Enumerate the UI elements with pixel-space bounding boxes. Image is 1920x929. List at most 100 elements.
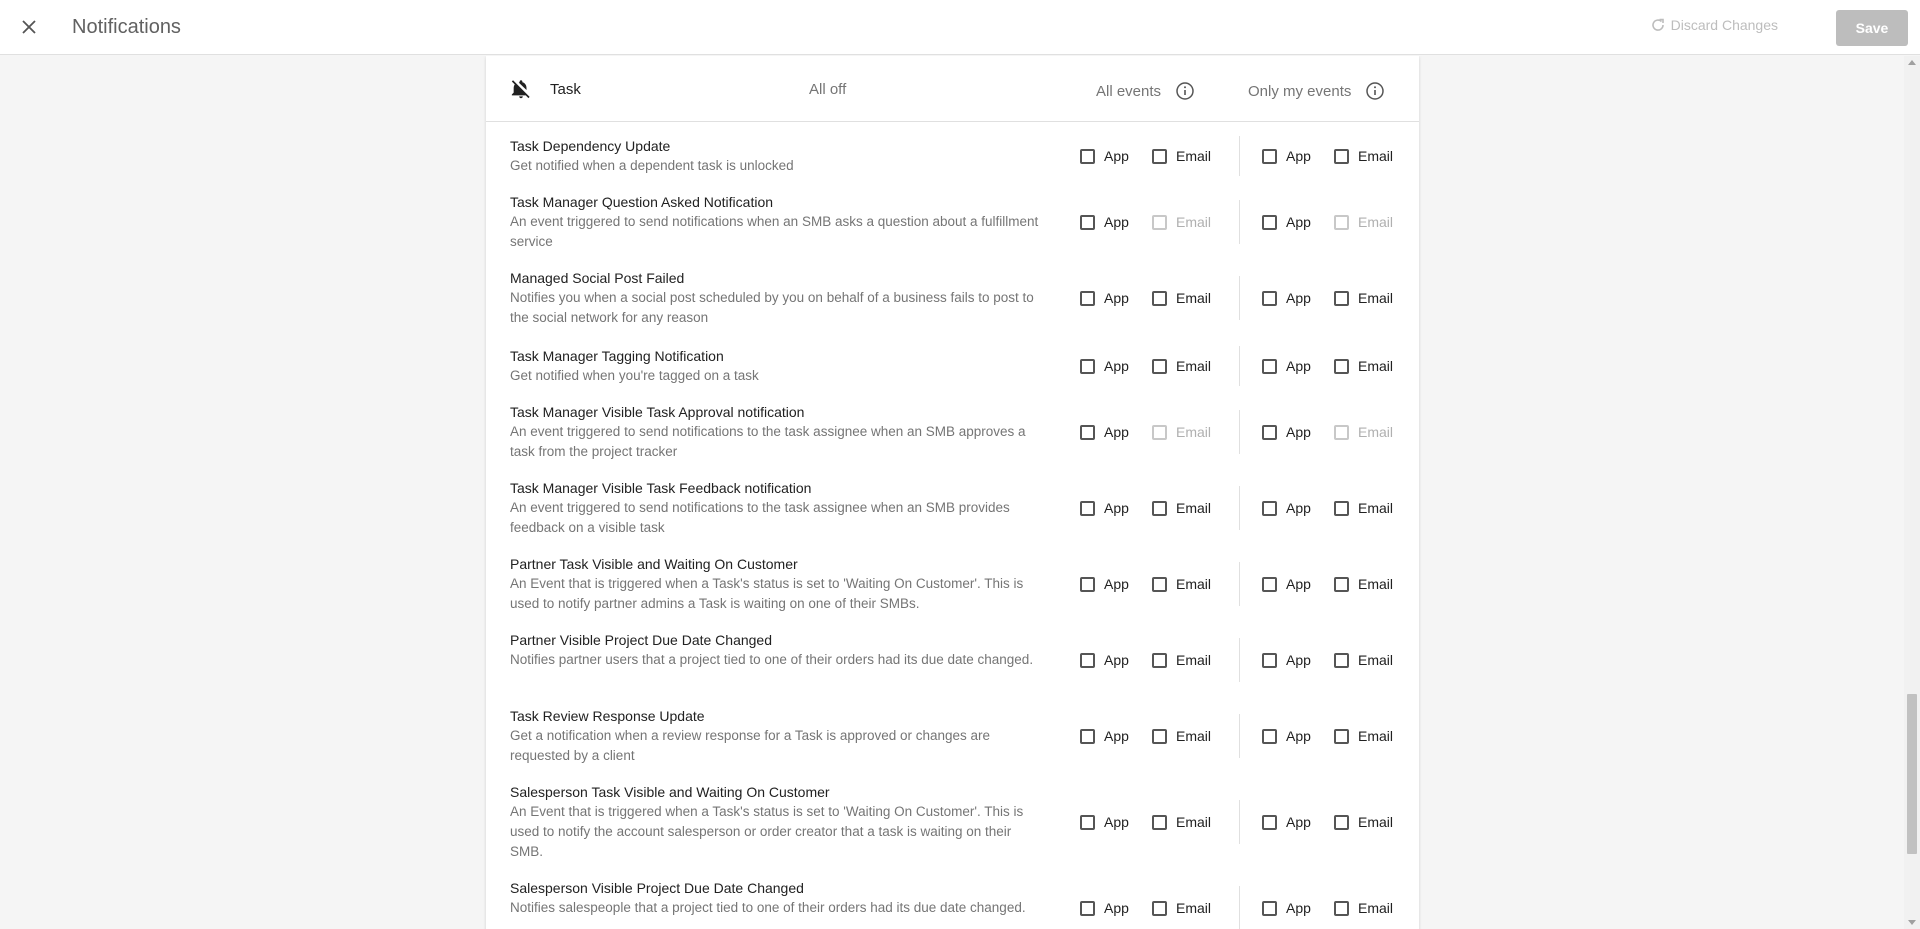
my-events-email-checkbox[interactable]: Email xyxy=(1334,148,1404,164)
checkbox-box[interactable] xyxy=(1080,900,1095,916)
my-events-email-checkbox[interactable]: Email xyxy=(1334,652,1404,668)
checkbox-box[interactable] xyxy=(1262,500,1277,516)
checkbox-box[interactable] xyxy=(1152,652,1167,668)
all-events-app-checkbox[interactable]: App xyxy=(1080,148,1152,164)
checkbox-box[interactable] xyxy=(1080,576,1095,592)
save-button[interactable]: Save xyxy=(1836,10,1908,46)
all-events-app-checkbox[interactable]: App xyxy=(1080,424,1152,440)
notification-description: An event triggered to send notifications… xyxy=(510,500,1010,535)
checkbox-box[interactable] xyxy=(1334,900,1349,916)
checkbox-box[interactable] xyxy=(1152,290,1167,306)
discard-changes-label: Discard Changes xyxy=(1670,17,1778,33)
all-events-email-checkbox[interactable]: Email xyxy=(1152,900,1239,916)
close-button[interactable] xyxy=(16,14,42,40)
checkbox-box[interactable] xyxy=(1262,652,1277,668)
checkbox-box[interactable] xyxy=(1152,900,1167,916)
checkbox-box[interactable] xyxy=(1262,358,1277,374)
all-events-email-checkbox[interactable]: Email xyxy=(1152,358,1239,374)
all-events-email-checkbox[interactable]: Email xyxy=(1152,500,1239,516)
checkbox-box[interactable] xyxy=(1152,500,1167,516)
checkbox-box[interactable] xyxy=(1262,290,1277,306)
my-events-app-checkbox[interactable]: App xyxy=(1262,290,1334,306)
my-events-app-checkbox[interactable]: App xyxy=(1262,576,1334,592)
checkbox-box[interactable] xyxy=(1080,424,1095,440)
info-icon[interactable] xyxy=(1175,81,1195,101)
notification-description: Notifies salespeople that a project tied… xyxy=(510,900,1026,915)
checkbox-box[interactable] xyxy=(1334,148,1349,164)
checkbox-box[interactable] xyxy=(1262,814,1277,830)
scrollbar[interactable] xyxy=(1904,56,1920,929)
checkbox-box[interactable] xyxy=(1152,728,1167,744)
my-events-app-checkbox[interactable]: App xyxy=(1262,358,1334,374)
my-events-email-checkbox[interactable]: Email xyxy=(1334,576,1404,592)
checkbox-box[interactable] xyxy=(1334,500,1349,516)
all-events-email-checkbox[interactable]: Email xyxy=(1152,814,1239,830)
checkbox-box[interactable] xyxy=(1262,148,1277,164)
checkbox-label: Email xyxy=(1358,424,1394,440)
my-events-app-checkbox[interactable]: App xyxy=(1262,214,1334,230)
my-events-email-checkbox[interactable]: Email xyxy=(1334,814,1404,830)
checkbox-box[interactable] xyxy=(1080,500,1095,516)
scroll-up-arrow-icon[interactable] xyxy=(1908,60,1916,65)
my-events-email-checkbox[interactable]: Email xyxy=(1334,290,1404,306)
checkbox-box[interactable] xyxy=(1080,148,1095,164)
my-events-email-checkbox[interactable]: Email xyxy=(1334,900,1404,916)
checkbox-box[interactable] xyxy=(1334,652,1349,668)
discard-changes-button[interactable]: Discard Changes xyxy=(1650,17,1778,33)
notification-text: Task Dependency Update Get notified when … xyxy=(510,136,1040,176)
all-events-app-checkbox[interactable]: App xyxy=(1080,290,1152,306)
my-events-email-checkbox[interactable]: Email xyxy=(1334,500,1404,516)
checkbox-box[interactable] xyxy=(1334,728,1349,744)
checkbox-box[interactable] xyxy=(1152,814,1167,830)
checkbox-box[interactable] xyxy=(1152,576,1167,592)
all-events-app-checkbox[interactable]: App xyxy=(1080,814,1152,830)
all-events-app-checkbox[interactable]: App xyxy=(1080,728,1152,744)
checkbox-box[interactable] xyxy=(1334,290,1349,306)
checkbox-box[interactable] xyxy=(1334,814,1349,830)
checkbox-box[interactable] xyxy=(1080,728,1095,744)
scroll-down-arrow-icon[interactable] xyxy=(1908,920,1916,925)
all-events-email-checkbox[interactable]: Email xyxy=(1152,576,1239,592)
info-icon[interactable] xyxy=(1365,81,1385,101)
checkbox-box[interactable] xyxy=(1262,900,1277,916)
checkbox-box[interactable] xyxy=(1334,576,1349,592)
all-events-app-checkbox[interactable]: App xyxy=(1080,500,1152,516)
checkbox-box[interactable] xyxy=(1152,358,1167,374)
my-events-app-checkbox[interactable]: App xyxy=(1262,728,1334,744)
checkbox-label: Email xyxy=(1358,900,1394,916)
all-events-app-checkbox[interactable]: App xyxy=(1080,358,1152,374)
my-events-app-checkbox[interactable]: App xyxy=(1262,500,1334,516)
all-events-app-checkbox[interactable]: App xyxy=(1080,652,1152,668)
checkbox-box[interactable] xyxy=(1080,214,1095,230)
channel-checkboxes: App Email App Email xyxy=(1080,486,1404,530)
all-events-email-checkbox[interactable]: Email xyxy=(1152,290,1239,306)
scrollbar-thumb[interactable] xyxy=(1907,694,1917,854)
checkbox-box[interactable] xyxy=(1080,290,1095,306)
checkbox-box[interactable] xyxy=(1152,148,1167,164)
checkbox-box[interactable] xyxy=(1262,214,1277,230)
all-events-email-checkbox[interactable]: Email xyxy=(1152,148,1239,164)
checkbox-box[interactable] xyxy=(1262,576,1277,592)
my-events-email-checkbox[interactable]: Email xyxy=(1334,358,1404,374)
checkbox-box[interactable] xyxy=(1334,358,1349,374)
checkbox-box[interactable] xyxy=(1080,814,1095,830)
checkbox-box[interactable] xyxy=(1262,424,1277,440)
checkbox-box xyxy=(1152,214,1167,230)
my-events-app-checkbox[interactable]: App xyxy=(1262,652,1334,668)
my-events-email-checkbox[interactable]: Email xyxy=(1334,728,1404,744)
checkbox-box[interactable] xyxy=(1262,728,1277,744)
all-events-app-checkbox[interactable]: App xyxy=(1080,576,1152,592)
my-events-app-checkbox[interactable]: App xyxy=(1262,814,1334,830)
all-events-email-checkbox[interactable]: Email xyxy=(1152,652,1239,668)
all-events-email-checkbox[interactable]: Email xyxy=(1152,728,1239,744)
all-events-app-checkbox[interactable]: App xyxy=(1080,900,1152,916)
my-events-app-checkbox[interactable]: App xyxy=(1262,424,1334,440)
notification-title: Salesperson Visible Project Due Date Cha… xyxy=(510,880,804,896)
my-events-app-checkbox[interactable]: App xyxy=(1262,900,1334,916)
my-events-app-checkbox[interactable]: App xyxy=(1262,148,1334,164)
checkbox-label: Email xyxy=(1358,358,1394,374)
checkbox-box[interactable] xyxy=(1080,358,1095,374)
bell-off-icon[interactable] xyxy=(510,78,532,100)
checkbox-box[interactable] xyxy=(1080,652,1095,668)
all-events-app-checkbox[interactable]: App xyxy=(1080,214,1152,230)
